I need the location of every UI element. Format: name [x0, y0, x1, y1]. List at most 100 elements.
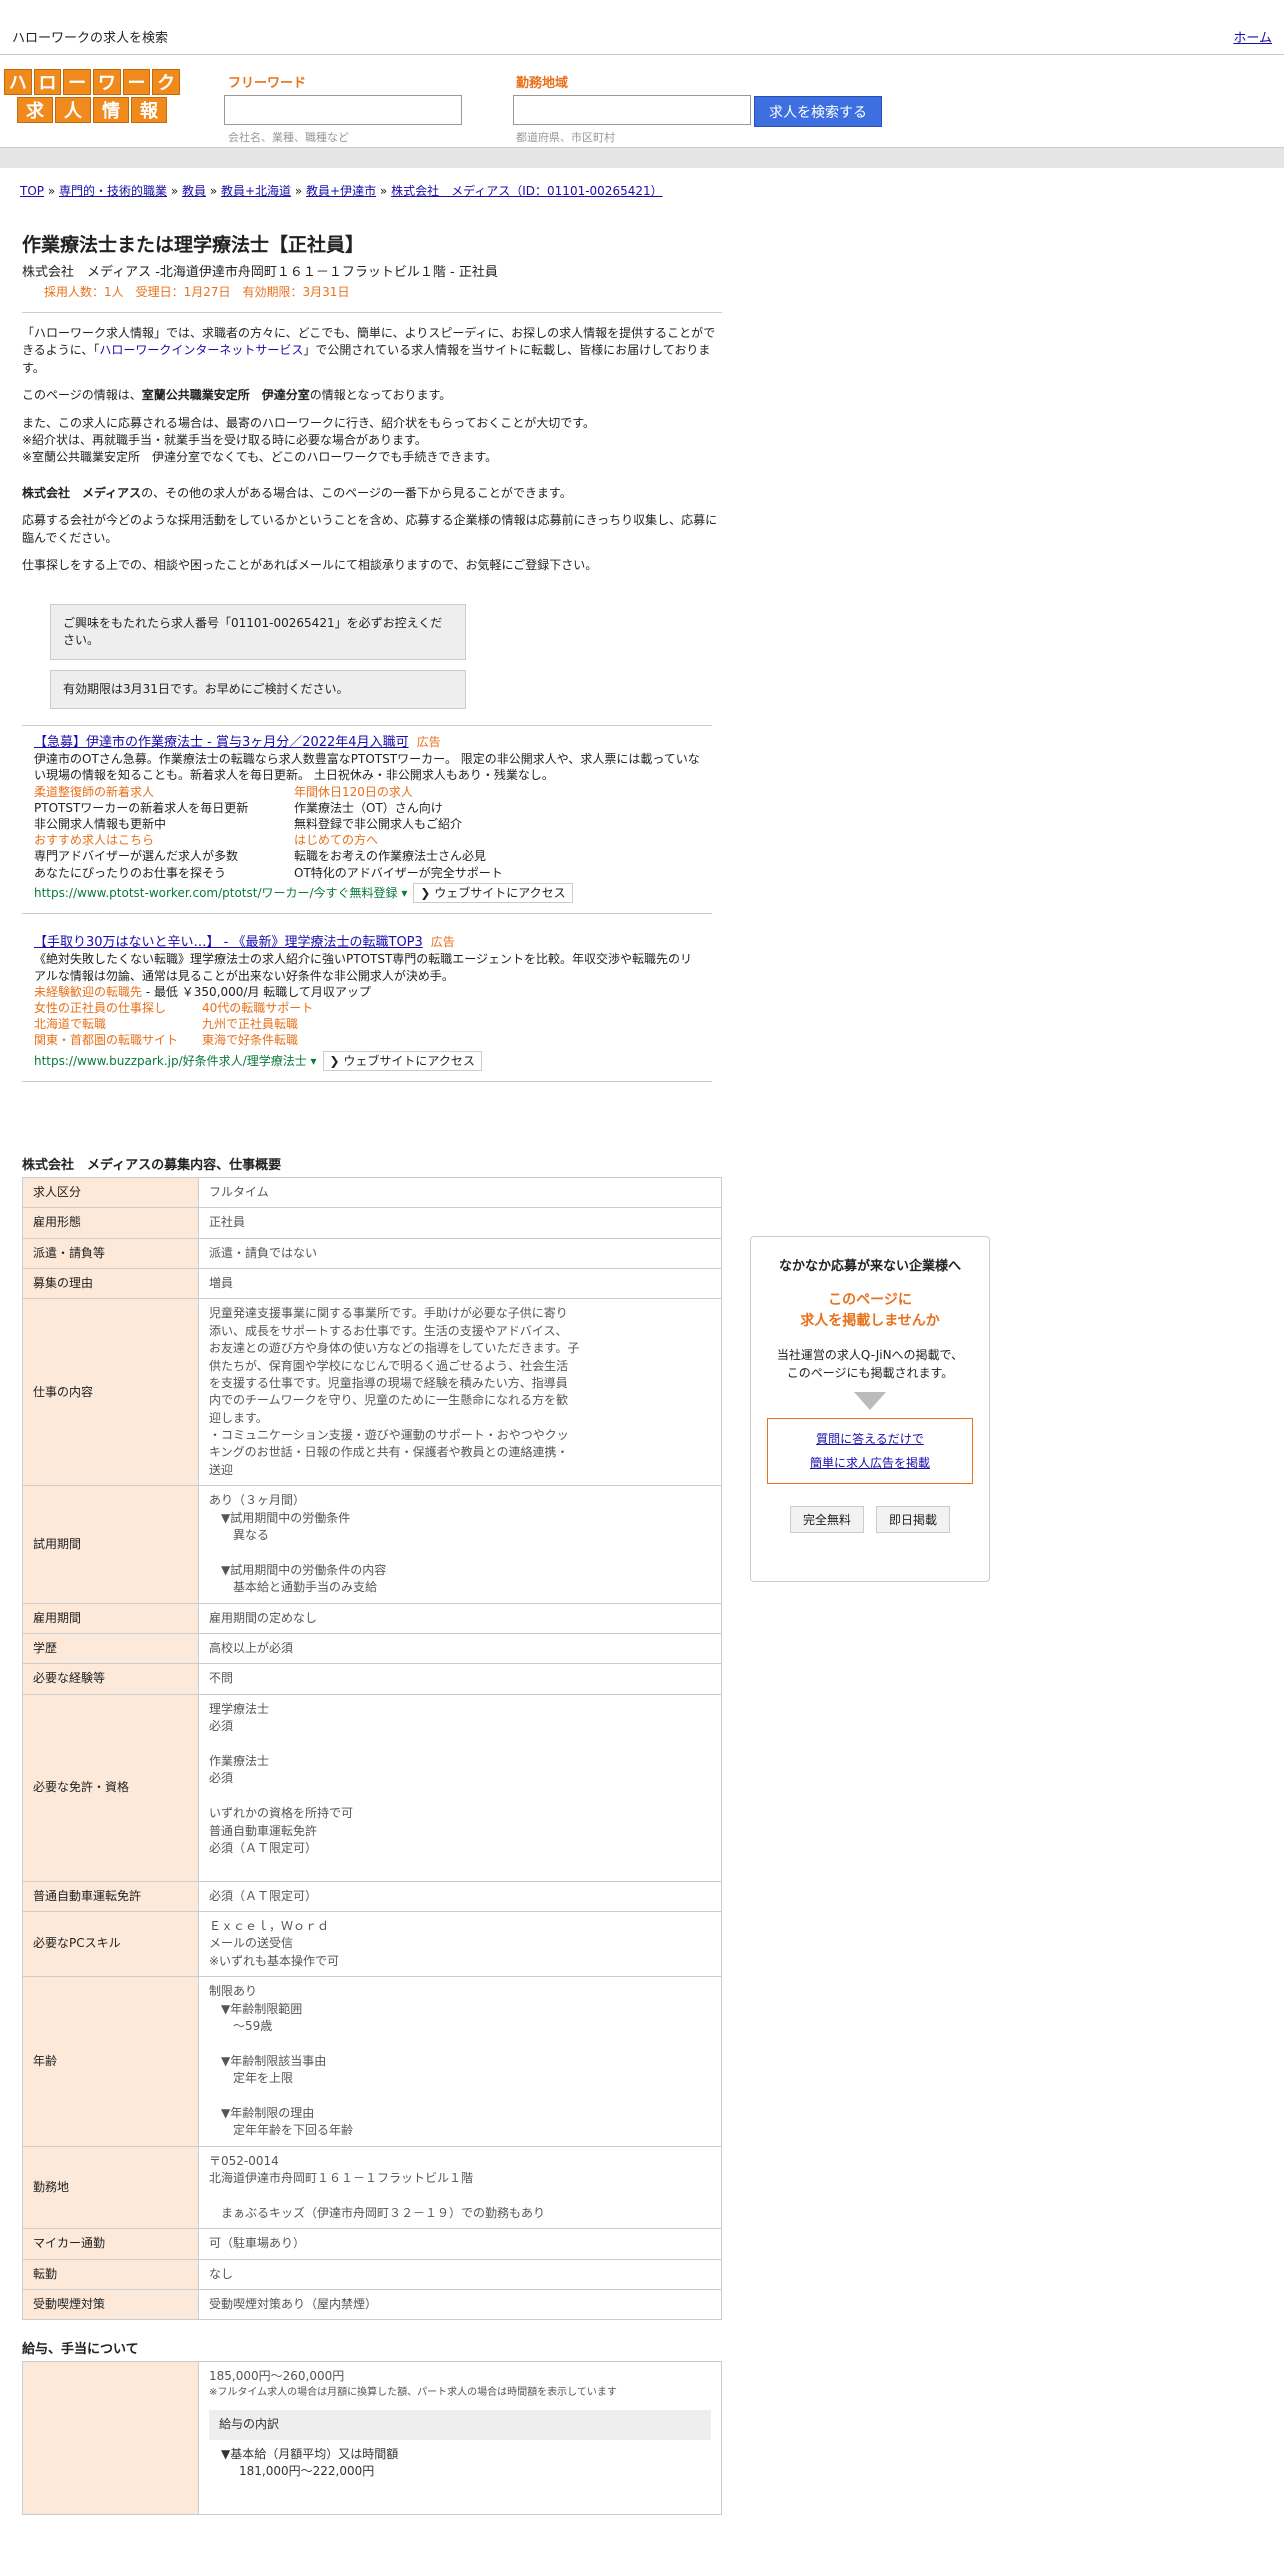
- logo-char: ハ: [3, 69, 32, 95]
- ad-link[interactable]: 関東・首都圏の転職サイト: [34, 1032, 202, 1048]
- ad-url-row: https://www.ptotst-worker.com/ptotst/ワーカ…: [34, 882, 702, 903]
- breadcrumb-link[interactable]: 教員+伊達市: [306, 184, 376, 198]
- ad-link-row: 関東・首都圏の転職サイト 東海で好条件転職: [34, 1032, 702, 1048]
- breadcrumb-separator: »: [206, 184, 221, 198]
- site-logo[interactable]: ハローワーク 求人情報: [3, 69, 181, 125]
- location-input[interactable]: [513, 95, 751, 125]
- ad-url[interactable]: https://www.buzzpark.jp/好条件求人/理学療法士 ▾: [34, 1054, 317, 1068]
- ad-link[interactable]: 女性の正社員の仕事探し: [34, 1000, 202, 1016]
- job-title: 作業療法士または理学療法士【正社員】: [22, 234, 365, 256]
- row-value: 派遣・請負ではない: [198, 1237, 722, 1269]
- ad-title-link[interactable]: 【急募】伊達市の作業療法士 - 賞与3ヶ月分／2022年4月入職可: [34, 735, 409, 750]
- value-line: ▼試用期間中の労働条件: [209, 1510, 351, 1525]
- value-line: 派遣・請負ではない: [209, 1245, 318, 1260]
- table-row: 仕事の内容 児童発達支援事業に関する事業所です。手助けが必要な子供に寄り 添い、成長…: [22, 1298, 722, 1487]
- sitelink[interactable]: はじめての方へ 転職をお考えの作業療法士さん必見 OT特化のアドバイザーが完全サポー…: [294, 832, 554, 881]
- row-value: あり（３ヶ月間） ▼試用期間中の労働条件 異なる ▼試用期間中の労働条件の内容 …: [198, 1485, 722, 1604]
- home-link[interactable]: ホーム: [1233, 27, 1272, 46]
- row-value: 必須（ＡＴ限定可）: [198, 1880, 722, 1913]
- table-row: 必要な経験等 不問: [22, 1663, 722, 1695]
- row-value: 可（駐車場あり）: [198, 2228, 722, 2260]
- panel-link-question[interactable]: 質問に答えるだけで: [776, 1427, 964, 1451]
- panel-links: 質問に答えるだけで 簡単に求人広告を掲載: [767, 1418, 973, 1484]
- text-line: ※室蘭公共職業安定所 伊達分室でなくても、どこのハローワークでも手続きできます。: [22, 450, 498, 465]
- sitelink-text: 無料登録で非公開求人もご紹介: [294, 816, 463, 831]
- row-key: 求人区分: [22, 1176, 199, 1209]
- value-line: 増員: [209, 1275, 234, 1290]
- salary-base-label: ▼基本給（月額平均）又は時間額: [221, 2446, 399, 2461]
- value-line: [209, 1858, 213, 1872]
- sitelink[interactable]: 柔道整復師の新着求人 PTOTSTワーカーの新着求人を毎日更新 非公開求人情報も更新…: [34, 784, 294, 833]
- ad-link[interactable]: 北海道で転職: [34, 1016, 202, 1032]
- sitelink-text: 転職をお考えの作業療法士さん必見: [294, 849, 487, 864]
- keyword-input[interactable]: [224, 95, 462, 125]
- value-line: 理学療法士: [209, 1701, 270, 1716]
- ad-title-link[interactable]: 【手取り30万はないと辛い…】 - 《最新》理学療法士の転職TOP3: [34, 935, 423, 950]
- sitelink-title[interactable]: 柔道整復師の新着求人: [34, 784, 294, 800]
- ad-highlight-row: 未経験歓迎の転職先 - 最低 ￥350,000/月 転職して月収アップ: [34, 984, 702, 1000]
- value-line: [209, 1737, 213, 1751]
- row-key: 転勤: [22, 2258, 199, 2291]
- value-line: [209, 1545, 213, 1559]
- breadcrumb-link[interactable]: 専門的・技術的職業: [59, 184, 167, 198]
- table-row: 受動喫煙対策 受動喫煙対策あり（屋内禁煙）: [22, 2289, 722, 2321]
- ad-link-row: 女性の正社員の仕事探し 40代の転職サポート: [34, 1000, 702, 1016]
- value-line: なし: [209, 2266, 234, 2281]
- sitelink-text: 専門アドバイザーが選んだ求人が多数: [34, 849, 239, 864]
- value-line: [209, 2036, 213, 2050]
- visit-website-button[interactable]: ❯ ウェブサイトにアクセス: [322, 1050, 482, 1071]
- table-row: 試用期間 あり（３ヶ月間） ▼試用期間中の労働条件 異なる ▼試用期間中の労働条件…: [22, 1485, 722, 1604]
- logo-char: ー: [122, 69, 151, 95]
- logo-char: ワ: [93, 69, 121, 95]
- value-line: 北海道伊達市舟岡町１６１－１フラットビル１階: [209, 2171, 474, 2186]
- row-key: 派遣・請負等: [22, 1237, 199, 1269]
- top-bar: ハローワークの求人を検索 ホーム: [0, 0, 1284, 55]
- sitelink-title[interactable]: はじめての方へ: [294, 832, 554, 848]
- value-line: 供たちが、保育園や学校になじんで明るく過ごせるよう、社会生活: [209, 1358, 569, 1373]
- breadcrumb-link[interactable]: 株式会社 メディアス（ID：01101-00265421）: [391, 184, 663, 198]
- sitelink-title[interactable]: 年間休日120日の求人: [294, 784, 554, 800]
- value-line: 内でのチームワークを守り、児童のために一生懸命になれる方を歓: [209, 1393, 569, 1408]
- row-value: なし: [198, 2258, 722, 2291]
- row-value: フルタイム: [198, 1176, 722, 1209]
- value-line: 正社員: [209, 1215, 246, 1230]
- ad-link[interactable]: 40代の転職サポート: [202, 1000, 402, 1016]
- panel-cta: このページに 求人を掲載しませんか: [800, 1292, 940, 1329]
- ad-highlight[interactable]: 未経験歓迎の転職先: [34, 985, 142, 999]
- value-line: 異なる: [209, 1528, 270, 1543]
- ad-block: 【急募】伊達市の作業療法士 - 賞与3ヶ月分／2022年4月入職可 広告 伊達市のO…: [22, 724, 712, 1082]
- ad-link[interactable]: 東海で好条件転職: [202, 1032, 402, 1048]
- value-line: まぁぶるキッズ（伊達市舟岡町３２－１９）での勤務もあり: [209, 2205, 546, 2220]
- table-row: 雇用期間 雇用期間の定めなし: [22, 1602, 722, 1634]
- value-line: 基本給と通勤手当のみ支給: [209, 1580, 378, 1595]
- salary-key: [22, 2361, 199, 2516]
- value-line: 〜59歳: [209, 2019, 273, 2034]
- intro-paragraph: 「ハローワーク求人情報」では、求職者の方々に、どこでも、簡単に、よりスピーディに…: [22, 326, 716, 375]
- ad-url[interactable]: https://www.ptotst-worker.com/ptotst/ワーカ…: [34, 886, 407, 900]
- badge-free: 完全無料: [789, 1506, 864, 1533]
- panel-link-post[interactable]: 簡単に求人広告を掲載: [776, 1451, 964, 1475]
- breadcrumb-link[interactable]: 教員+北海道: [221, 184, 291, 198]
- hellowork-link[interactable]: ハローワークインターネットサービス: [99, 343, 303, 357]
- salary-base-value: 181,000円〜222,000円: [239, 2464, 375, 2479]
- sitelink-text: あなたにぴったりのお仕事を探そう: [34, 865, 227, 880]
- search-button[interactable]: 求人を検索する: [754, 96, 882, 127]
- table-row: 募集の理由 増員: [22, 1267, 722, 1300]
- logo-char: 人: [55, 97, 91, 123]
- expiry-notice: 有効期限は3月31日です。お早めにご検討ください。: [50, 669, 466, 709]
- breadcrumb-link[interactable]: 教員: [182, 184, 206, 198]
- sitelink-text: 作業療法士（OT）さん向け: [294, 800, 443, 815]
- sitelink-text: PTOTSTワーカーの新着求人を毎日更新: [34, 800, 249, 815]
- table-row: 必要なPCスキル Ｅｘｃｅｌ，Ｗｏｒｄ メールの送受信 ※いずれも基本操作で可: [22, 1911, 722, 1978]
- sitelink[interactable]: おすすめ求人はこちら 専門アドバイザーが選んだ求人が多数 あなたにぴったりのお仕事を…: [34, 832, 294, 881]
- ad-link[interactable]: 九州で正社員転職: [202, 1016, 402, 1032]
- value-line: ▼年齢制限範囲: [209, 2001, 303, 2016]
- sitelink[interactable]: 年間休日120日の求人 作業療法士（OT）さん向け 無料登録で非公開求人もご紹介: [294, 784, 554, 833]
- visit-website-button[interactable]: ❯ ウェブサイトにアクセス: [413, 882, 573, 903]
- breadcrumb-separator: »: [44, 184, 59, 198]
- text-line: また、この求人に応募される場合は、最寄のハローワークに行き、紹介状をもらっておく…: [22, 415, 596, 430]
- salary-title: 給与、手当について: [22, 2342, 139, 2358]
- sitelink-title[interactable]: おすすめ求人はこちら: [34, 832, 294, 848]
- breadcrumb-link[interactable]: TOP: [20, 184, 44, 198]
- value-line: 作業療法士: [209, 1753, 270, 1768]
